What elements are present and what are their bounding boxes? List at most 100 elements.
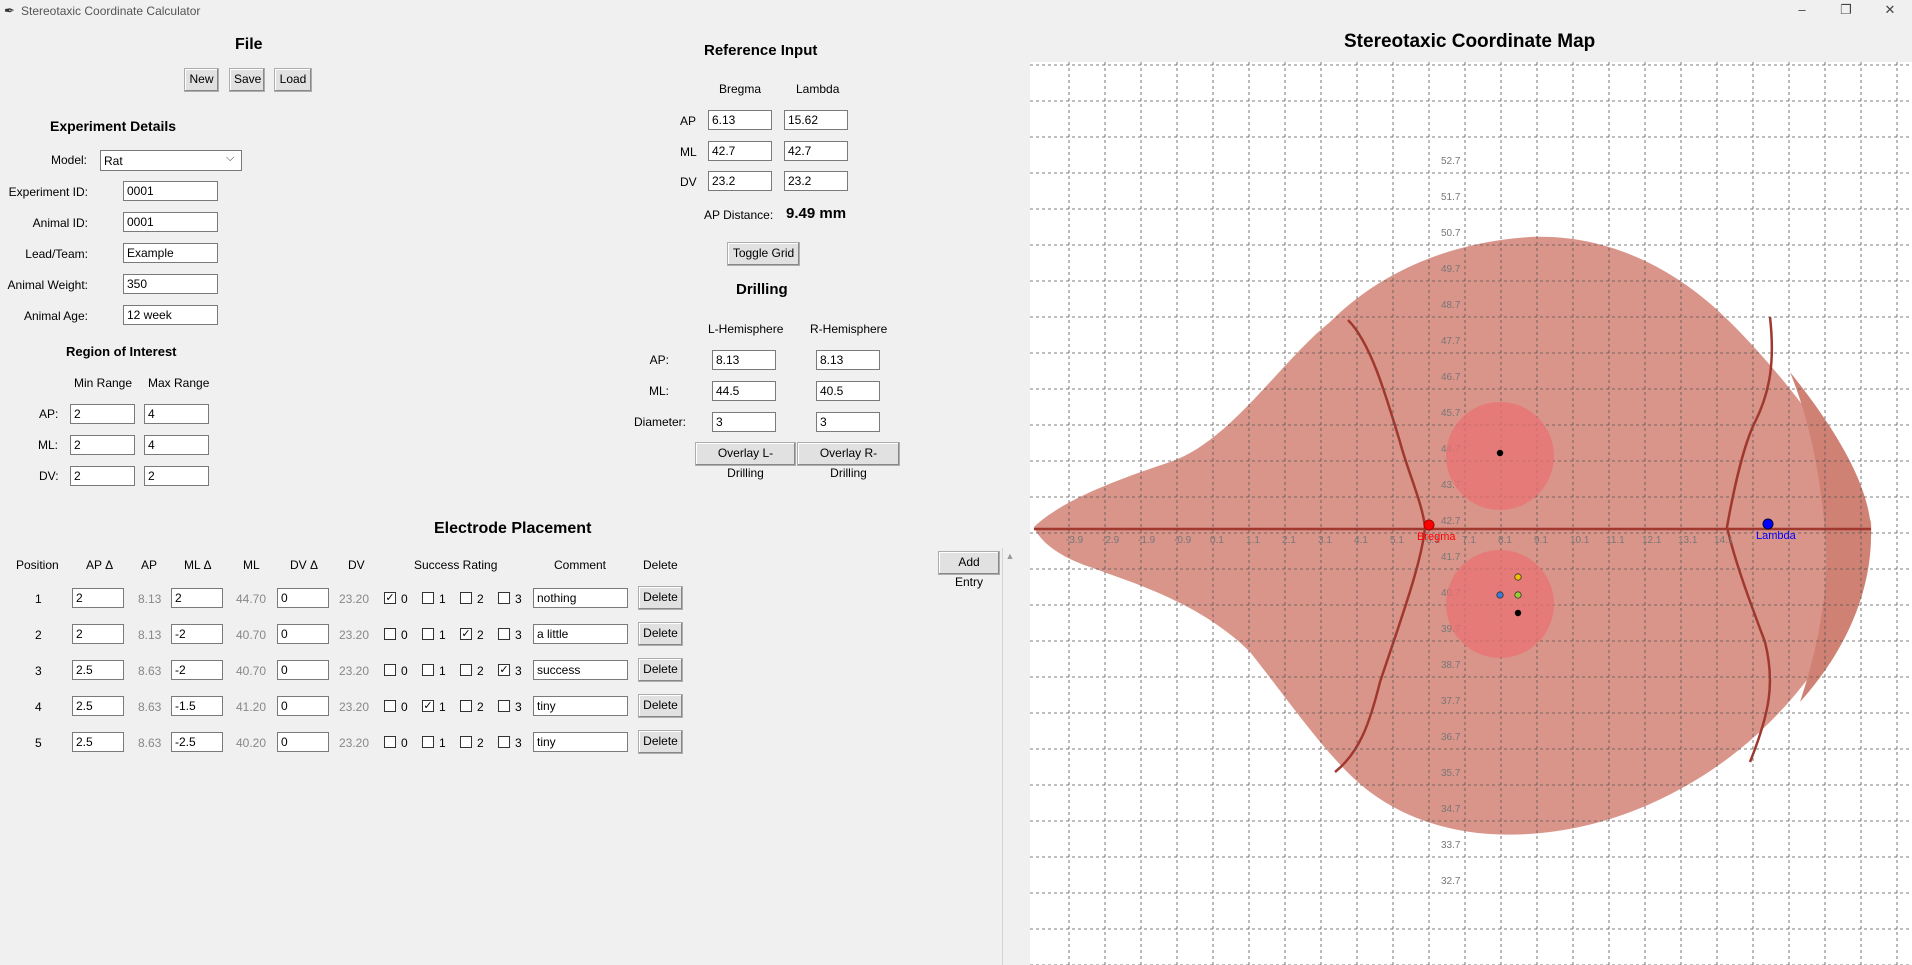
row-delete-button[interactable]: Delete <box>638 694 683 718</box>
roi-ap-min-input[interactable]: 2 <box>70 404 135 424</box>
row-ml-delta-input[interactable]: -2.5 <box>171 732 223 752</box>
rating-1-checkbox[interactable] <box>422 628 434 640</box>
ref-dv-label: DV <box>680 175 697 189</box>
rating-0-checkbox[interactable]: ✓ <box>384 592 396 604</box>
experiment-id-input[interactable]: 0001 <box>123 181 218 201</box>
drill-l-ap-input[interactable]: 8.13 <box>712 350 776 370</box>
drill-r-ap-input[interactable]: 8.13 <box>816 350 880 370</box>
minimize-icon[interactable]: – <box>1780 0 1824 22</box>
row-comment-input[interactable]: nothing <box>533 588 628 608</box>
row-ap-delta-input[interactable]: 2.5 <box>72 660 124 680</box>
rating-3-checkbox[interactable] <box>498 700 510 712</box>
save-button[interactable]: Save <box>229 68 265 92</box>
row-delete-button[interactable]: Delete <box>638 730 683 754</box>
col-header-delete: Delete <box>643 558 678 572</box>
row-comment-input[interactable]: tiny <box>533 696 628 716</box>
rating-3-checkbox[interactable] <box>498 592 510 604</box>
bregma-ml-input[interactable]: 42.7 <box>708 141 772 161</box>
lambda-dv-input[interactable]: 23.2 <box>784 171 848 191</box>
row-ap-value: 8.13 <box>138 628 162 642</box>
rating-0-checkbox[interactable] <box>384 700 396 712</box>
y-tick-label: 51.7 <box>1441 192 1461 203</box>
rating-2-checkbox[interactable] <box>460 700 472 712</box>
load-button[interactable]: Load <box>274 68 312 92</box>
rating-3-checkbox[interactable] <box>498 736 510 748</box>
drill-l-ml-input[interactable]: 44.5 <box>712 381 776 401</box>
experiment-details-heading: Experiment Details <box>50 118 177 134</box>
row-ap-delta-input[interactable]: 2 <box>72 588 124 608</box>
roi-dv-min-input[interactable]: 2 <box>70 466 135 486</box>
lambda-ap-input[interactable]: 15.62 <box>784 110 848 130</box>
x-tick-label: 0.1 <box>1210 535 1224 546</box>
rating-0-checkbox[interactable] <box>384 664 396 676</box>
roi-ml-max-input[interactable]: 4 <box>144 435 209 455</box>
y-tick-labels: 52.751.750.749.748.747.746.745.744.743.7… <box>1441 156 1461 887</box>
row-ap-delta-input[interactable]: 2 <box>72 624 124 644</box>
y-tick-label: 34.7 <box>1441 804 1461 815</box>
row-ap-delta-input[interactable]: 2.5 <box>72 696 124 716</box>
restore-icon[interactable]: ❐ <box>1824 0 1868 22</box>
rating-3-checkbox[interactable]: ✓ <box>498 664 510 676</box>
row-ml-delta-input[interactable]: -2 <box>171 660 223 680</box>
row-ml-delta-input[interactable]: -1.5 <box>171 696 223 716</box>
drill-r-ml-input[interactable]: 40.5 <box>816 381 880 401</box>
rating-2-checkbox[interactable] <box>460 592 472 604</box>
y-tick-label: 50.7 <box>1441 228 1461 239</box>
rating-1-checkbox[interactable]: ✓ <box>422 700 434 712</box>
bregma-ap-input[interactable]: 6.13 <box>708 110 772 130</box>
y-tick-label: 41.7 <box>1441 552 1461 563</box>
rating-2-checkbox[interactable] <box>460 736 472 748</box>
roi-ml-min-input[interactable]: 2 <box>70 435 135 455</box>
x-tick-label: 4.1 <box>1354 535 1368 546</box>
map-svg[interactable]: -3.9 -2.9 -1.9 -0.9 0.1 1.1 2.1 3.1 4.1 5.1 6.1 7.1… <box>1030 62 1912 965</box>
rating-2-checkbox[interactable] <box>460 664 472 676</box>
row-dv-delta-input[interactable]: 0 <box>277 588 329 608</box>
toggle-grid-button[interactable]: Toggle Grid <box>727 242 800 266</box>
overlay-r-drilling-button[interactable]: Overlay R-Drilling <box>797 442 900 480</box>
drill-r-diameter-input[interactable]: 3 <box>816 412 880 432</box>
coordinate-map-canvas[interactable]: -3.9 -2.9 -1.9 -0.9 0.1 1.1 2.1 3.1 4.1 5.1 6.1 7.1… <box>1030 62 1912 965</box>
rating-3-checkbox[interactable] <box>498 628 510 640</box>
row-comment-input[interactable]: success <box>533 660 628 680</box>
animal-age-input[interactable]: 12 week <box>123 305 218 325</box>
animal-id-input[interactable]: 0001 <box>123 212 218 232</box>
row-ml-delta-input[interactable]: -2 <box>171 624 223 644</box>
row-dv-delta-input[interactable]: 0 <box>277 696 329 716</box>
row-ap-delta-input[interactable]: 2.5 <box>72 732 124 752</box>
lambda-ml-input[interactable]: 42.7 <box>784 141 848 161</box>
bregma-dv-input[interactable]: 23.2 <box>708 171 772 191</box>
rating-0-checkbox[interactable] <box>384 736 396 748</box>
drill-l-diameter-input[interactable]: 3 <box>712 412 776 432</box>
roi-ap-max-input[interactable]: 4 <box>144 404 209 424</box>
row-ml-delta-input[interactable]: 2 <box>171 588 223 608</box>
close-icon[interactable]: ✕ <box>1868 0 1912 22</box>
row-dv-delta-input[interactable]: 0 <box>277 660 329 680</box>
rating-1-checkbox[interactable] <box>422 736 434 748</box>
file-heading: File <box>235 36 263 53</box>
scrollbar-track[interactable] <box>1002 548 1003 965</box>
experiment-id-label: Experiment ID: <box>8 185 88 199</box>
animal-weight-input[interactable]: 350 <box>123 274 218 294</box>
row-delete-button[interactable]: Delete <box>638 622 683 646</box>
r-drilling-circle <box>1446 550 1554 658</box>
row-comment-input[interactable]: a little <box>533 624 628 644</box>
new-button[interactable]: New <box>184 68 219 92</box>
rating-3-label: 3 <box>515 664 522 678</box>
row-dv-delta-input[interactable]: 0 <box>277 732 329 752</box>
lead-team-input[interactable]: Example <box>123 243 218 263</box>
roi-dv-max-input[interactable]: 2 <box>144 466 209 486</box>
rating-1-checkbox[interactable] <box>422 592 434 604</box>
row-dv-delta-input[interactable]: 0 <box>277 624 329 644</box>
scroll-up-icon[interactable]: ▲ <box>1002 548 1018 564</box>
add-entry-button[interactable]: Add Entry <box>938 551 1000 589</box>
drilling-heading: Drilling <box>736 281 788 298</box>
overlay-l-drilling-button[interactable]: Overlay L-Drilling <box>695 442 796 480</box>
row-delete-button[interactable]: Delete <box>638 586 683 610</box>
rating-2-checkbox[interactable]: ✓ <box>460 628 472 640</box>
row-delete-button[interactable]: Delete <box>638 658 683 682</box>
rating-1-checkbox[interactable] <box>422 664 434 676</box>
model-select[interactable]: Rat ⌵ <box>100 150 242 171</box>
row-ml-value: 40.70 <box>236 628 267 642</box>
row-comment-input[interactable]: tiny <box>533 732 628 752</box>
rating-0-checkbox[interactable] <box>384 628 396 640</box>
